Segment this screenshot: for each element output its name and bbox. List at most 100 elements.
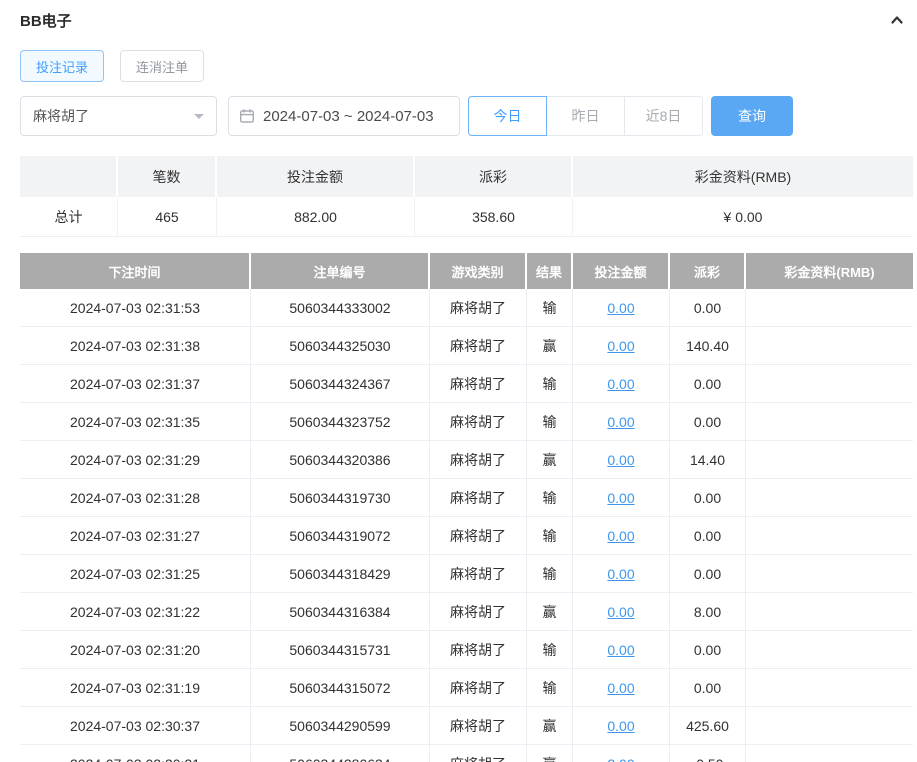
game-type-cell: 麻将胡了 [430, 327, 527, 365]
bet-amount-link[interactable]: 0.00 [607, 604, 634, 620]
order-number-cell: 5060344280634 [251, 745, 430, 762]
game-select[interactable]: 麻将胡了 [20, 96, 217, 136]
header-result: 结果 [527, 253, 573, 289]
last8days-button[interactable]: 近8日 [624, 96, 703, 136]
bet-time-cell: 2024-07-03 02:31:28 [20, 479, 251, 517]
result-cell: 赢 [527, 707, 573, 745]
result-cell: 输 [527, 631, 573, 669]
result-cell: 赢 [527, 441, 573, 479]
filter-bar: 麻将胡了 2024-07-03 ~ 2024-07-03 今日 昨日 近8日 查… [20, 96, 913, 136]
date-range-value: 2024-07-03 ~ 2024-07-03 [263, 107, 434, 125]
result-cell: 输 [527, 403, 573, 441]
bet-amount-cell: 2.00 [573, 745, 670, 762]
bonus-cell [746, 745, 913, 762]
game-type-cell: 麻将胡了 [430, 745, 527, 762]
payout-cell: 0.00 [670, 479, 746, 517]
payout-cell: 0.00 [670, 669, 746, 707]
bet-amount-link[interactable]: 2.00 [607, 756, 634, 762]
bet-time-cell: 2024-07-03 02:30:37 [20, 707, 251, 745]
game-type-cell: 麻将胡了 [430, 593, 527, 631]
bet-time-cell: 2024-07-03 02:31:22 [20, 593, 251, 631]
bet-amount-cell: 0.00 [573, 593, 670, 631]
table-row: 2024-07-03 02:31:25 5060344318429 麻将胡了 输… [20, 555, 913, 593]
table-row: 2024-07-03 02:31:28 5060344319730 麻将胡了 输… [20, 479, 913, 517]
bonus-cell [746, 707, 913, 745]
game-type-cell: 麻将胡了 [430, 441, 527, 479]
order-number-cell: 5060344319730 [251, 479, 430, 517]
order-number-cell: 5060344316384 [251, 593, 430, 631]
bet-time-cell: 2024-07-03 02:31:38 [20, 327, 251, 365]
bet-amount-link[interactable]: 0.00 [607, 376, 634, 392]
bet-amount-link[interactable]: 0.00 [607, 490, 634, 506]
calendar-icon [239, 108, 255, 124]
bet-amount-link[interactable]: 0.00 [607, 300, 634, 316]
order-number-cell: 5060344324367 [251, 365, 430, 403]
header-bonus: 彩金资料(RMB) [746, 253, 913, 289]
result-cell: 输 [527, 669, 573, 707]
summary-payout-value: 358.60 [415, 197, 573, 237]
bet-amount-link[interactable]: 0.00 [607, 642, 634, 658]
header-order-number: 注单编号 [251, 253, 430, 289]
payout-cell: 14.40 [670, 441, 746, 479]
game-select-value: 麻将胡了 [33, 108, 89, 124]
search-button[interactable]: 查询 [711, 96, 793, 136]
bet-history-panel: BB电子 投注记录 连消注单 麻将胡了 2024-07-03 ~ 2024-07… [0, 0, 917, 762]
game-type-cell: 麻将胡了 [430, 631, 527, 669]
bet-amount-link[interactable]: 0.00 [607, 566, 634, 582]
tab-bet-records[interactable]: 投注记录 [20, 50, 105, 82]
payout-cell: -0.50 [670, 745, 746, 762]
bet-table-body: 2024-07-03 02:31:53 5060344333002 麻将胡了 输… [20, 289, 913, 762]
bet-amount-link[interactable]: 0.00 [607, 452, 634, 468]
date-range-picker[interactable]: 2024-07-03 ~ 2024-07-03 [228, 96, 460, 136]
result-cell: 输 [527, 517, 573, 555]
order-number-cell: 5060344315072 [251, 669, 430, 707]
summary-bet-amount-value: 882.00 [217, 197, 415, 237]
payout-cell: 140.40 [670, 327, 746, 365]
bet-amount-link[interactable]: 0.00 [607, 338, 634, 354]
bet-time-cell: 2024-07-03 02:31:25 [20, 555, 251, 593]
bonus-cell [746, 517, 913, 555]
summary-header-payout: 派彩 [415, 156, 573, 197]
bet-amount-link[interactable]: 0.00 [607, 718, 634, 734]
chevron-up-icon[interactable] [889, 12, 905, 28]
bet-amount-cell: 0.00 [573, 441, 670, 479]
panel-header: BB电子 [20, 8, 913, 32]
bet-amount-cell: 0.00 [573, 327, 670, 365]
bet-time-cell: 2024-07-03 02:31:35 [20, 403, 251, 441]
payout-cell: 0.00 [670, 517, 746, 555]
game-type-cell: 麻将胡了 [430, 517, 527, 555]
yesterday-button[interactable]: 昨日 [546, 96, 625, 136]
table-row: 2024-07-03 02:31:29 5060344320386 麻将胡了 赢… [20, 441, 913, 479]
bonus-cell [746, 441, 913, 479]
bet-amount-cell: 0.00 [573, 517, 670, 555]
summary-total-row: 总计 465 882.00 358.60 ¥ 0.00 [20, 197, 913, 237]
bonus-cell [746, 555, 913, 593]
summary-bonus-value: ¥ 0.00 [573, 197, 913, 237]
bet-amount-cell: 0.00 [573, 289, 670, 327]
table-row: 2024-07-03 02:31:38 5060344325030 麻将胡了 赢… [20, 327, 913, 365]
bonus-cell [746, 593, 913, 631]
summary-header-row: 笔数 投注金额 派彩 彩金资料(RMB) [20, 156, 913, 197]
game-type-cell: 麻将胡了 [430, 289, 527, 327]
tab-cancel-orders[interactable]: 连消注单 [120, 50, 205, 82]
game-type-cell: 麻将胡了 [430, 707, 527, 745]
header-payout: 派彩 [670, 253, 746, 289]
today-button[interactable]: 今日 [468, 96, 547, 136]
chevron-down-icon [194, 113, 204, 124]
table-row: 2024-07-03 02:31:20 5060344315731 麻将胡了 输… [20, 631, 913, 669]
bet-amount-link[interactable]: 0.00 [607, 414, 634, 430]
payout-cell: 8.00 [670, 593, 746, 631]
summary-header-empty [20, 156, 118, 197]
bet-table-header-row: 下注时间 注单编号 游戏类别 结果 投注金额 派彩 彩金资料(RMB) [20, 253, 913, 289]
result-cell: 输 [527, 555, 573, 593]
bet-amount-cell: 0.00 [573, 555, 670, 593]
bet-amount-link[interactable]: 0.00 [607, 680, 634, 696]
bet-time-cell: 2024-07-03 02:31:53 [20, 289, 251, 327]
bonus-cell [746, 631, 913, 669]
bonus-cell [746, 403, 913, 441]
payout-cell: 0.00 [670, 555, 746, 593]
bet-table: 下注时间 注单编号 游戏类别 结果 投注金额 派彩 彩金资料(RMB) 2024… [20, 253, 913, 762]
summary-header-bet-amount: 投注金额 [217, 156, 415, 197]
bet-amount-link[interactable]: 0.00 [607, 528, 634, 544]
game-type-cell: 麻将胡了 [430, 669, 527, 707]
